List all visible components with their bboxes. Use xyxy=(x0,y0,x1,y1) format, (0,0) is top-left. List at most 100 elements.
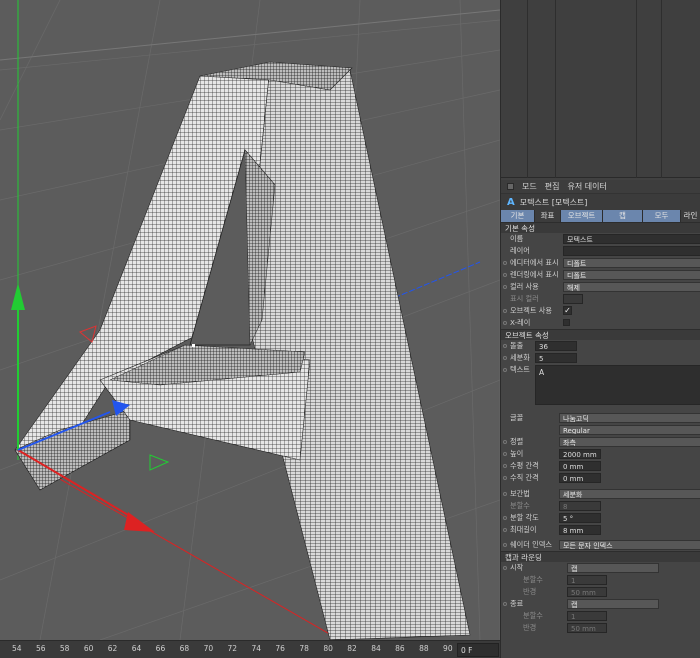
editor-visible-select[interactable]: 디폴트 xyxy=(563,258,700,268)
attr-object-title: A 모텍스트 [모텍스트] xyxy=(501,194,700,210)
end-steps-label: 분할수 xyxy=(523,611,543,620)
anim-dot[interactable] xyxy=(503,344,507,348)
right-panel: 모드 편집 유저 데이터 A 모텍스트 [모텍스트] 기본 좌표 오브젝트 캡 … xyxy=(500,0,700,658)
text-object-A[interactable] xyxy=(14,61,471,640)
row-use-color: 컬러 사용 해제 xyxy=(501,281,700,293)
timeline-tick-label: 66 xyxy=(155,644,166,653)
anim-dot[interactable] xyxy=(503,452,507,456)
anim-dot[interactable] xyxy=(503,440,507,444)
anim-dot[interactable] xyxy=(503,464,507,468)
end-steps-input[interactable]: 1 xyxy=(567,611,607,621)
shader-index-select[interactable]: 모든 문자 인덱스 xyxy=(559,540,700,550)
tab-coord[interactable]: 좌표 xyxy=(535,210,561,222)
start-steps-label: 분할수 xyxy=(523,575,543,584)
end-cap-select[interactable]: 캡 xyxy=(567,599,659,609)
anim-dot[interactable] xyxy=(503,566,507,570)
layer-field[interactable] xyxy=(563,246,700,256)
anim-dot[interactable] xyxy=(503,356,507,360)
xray-checkbox[interactable] xyxy=(563,319,570,326)
timeline-tick-label: 86 xyxy=(395,644,405,653)
x-axis-arrow[interactable] xyxy=(124,512,155,532)
depth-input[interactable]: 36 xyxy=(535,341,577,351)
anim-dot[interactable] xyxy=(503,602,507,606)
text-input[interactable]: A xyxy=(535,365,700,405)
row-align: 정렬 좌측 xyxy=(501,436,700,448)
height-input[interactable]: 2000 mm xyxy=(559,449,601,459)
panel-menu-icon[interactable] xyxy=(507,183,514,190)
use-object-checkbox[interactable]: ✓ xyxy=(563,306,572,315)
timeline-tick-label: 72 xyxy=(227,644,238,653)
viewport-canvas[interactable] xyxy=(0,0,500,640)
tab-all[interactable]: 모두 xyxy=(643,210,681,222)
row-angle: 분할 각도 5 ° xyxy=(501,512,700,524)
xray-label: X-레이 xyxy=(510,318,531,327)
maxlen-input[interactable]: 8 mm xyxy=(559,525,601,535)
name-input[interactable]: 모텍스트 xyxy=(563,234,700,244)
timeline-ruler-bar[interactable]: 54 56 58 60 62 64 66 68 70 72 74 76 78 80 82 84 86 88 90 0… xyxy=(0,640,500,658)
display-color-label: 표시 컬러 xyxy=(510,294,539,303)
y-axis-arrow[interactable] xyxy=(11,283,25,310)
om-column-divider xyxy=(661,0,662,178)
subdiv-input[interactable]: 5 xyxy=(535,353,577,363)
timeline-ruler[interactable]: 54 56 58 60 62 64 66 68 70 72 74 76 78 80 82 84 86 88 90 xyxy=(0,641,455,658)
count-input[interactable]: 8 xyxy=(559,501,601,511)
start-radius-input[interactable]: 50 mm xyxy=(567,587,607,597)
anim-dot[interactable] xyxy=(503,368,507,372)
menu-mode[interactable]: 모드 xyxy=(522,181,537,192)
anim-dot[interactable] xyxy=(503,543,507,547)
section-caps[interactable]: 캡과 라운딩 xyxy=(501,551,700,562)
start-steps-input[interactable]: 1 xyxy=(567,575,607,585)
use-color-select[interactable]: 해제 xyxy=(563,282,700,292)
object-manager[interactable] xyxy=(501,0,700,178)
timeline-tick-label: 84 xyxy=(371,644,381,653)
vspace-input[interactable]: 0 mm xyxy=(559,473,601,483)
tab-caps[interactable]: 캡 xyxy=(603,210,643,222)
anim-dot[interactable] xyxy=(503,476,507,480)
section-basic[interactable]: 기본 속성 xyxy=(501,222,700,233)
text-label: 텍스트 xyxy=(510,365,530,374)
anim-dot[interactable] xyxy=(503,285,507,289)
row-start-steps: 분할수 1 xyxy=(501,574,700,586)
perspective-viewport[interactable] xyxy=(0,0,500,640)
tab-basic[interactable]: 기본 xyxy=(501,210,535,222)
height-label: 높이 xyxy=(510,449,524,458)
grid-horizon xyxy=(0,9,500,61)
tab-object[interactable]: 오브젝트 xyxy=(561,210,603,222)
section-object[interactable]: 오브젝트 속성 xyxy=(501,329,700,340)
timeline-tick-label: 64 xyxy=(131,644,142,653)
om-column-divider xyxy=(527,0,528,178)
anim-dot[interactable] xyxy=(503,492,507,496)
attribute-manager: 모드 편집 유저 데이터 A 모텍스트 [모텍스트] 기본 좌표 오브젝트 캡 … xyxy=(501,180,700,658)
angle-input[interactable]: 5 ° xyxy=(559,513,601,523)
anim-dot[interactable] xyxy=(503,321,507,325)
render-visible-select[interactable]: 디폴트 xyxy=(563,270,700,280)
font-select[interactable]: 나눔고딕 xyxy=(559,413,700,423)
anim-dot[interactable] xyxy=(503,516,507,520)
font-style-select[interactable]: Regular xyxy=(559,425,700,435)
anim-dot[interactable] xyxy=(503,528,507,532)
row-xray: X-레이 xyxy=(501,317,700,329)
hspace-input[interactable]: 0 mm xyxy=(559,461,601,471)
tab-lines[interactable]: 라인 xyxy=(681,210,700,222)
interp-select[interactable]: 세분화 xyxy=(559,489,700,499)
display-color-swatch[interactable] xyxy=(563,294,583,304)
name-label: 이름 xyxy=(510,234,524,243)
end-radius-input[interactable]: 50 mm xyxy=(567,623,607,633)
font-label: 글꼴 xyxy=(510,413,524,422)
current-frame-field[interactable]: 0 F xyxy=(457,643,499,657)
align-select[interactable]: 좌측 xyxy=(559,437,700,447)
timeline-tick-label: 58 xyxy=(59,644,70,653)
timeline-tick-label: 76 xyxy=(275,644,285,653)
anim-dot[interactable] xyxy=(503,309,507,313)
anim-dot[interactable] xyxy=(503,261,507,265)
menu-edit[interactable]: 편집 xyxy=(545,181,560,192)
subdiv-label: 세분화 xyxy=(510,353,530,362)
row-maxlen: 최대길이 8 mm xyxy=(501,524,700,536)
menu-userdata[interactable]: 유저 데이터 xyxy=(567,181,606,192)
row-layer: 레이어 xyxy=(501,245,700,257)
row-end-cap: 종료 캡 xyxy=(501,598,700,610)
row-interpolation: 보간법 세분화 xyxy=(501,488,700,500)
maxlen-label: 최대길이 xyxy=(510,525,537,534)
anim-dot[interactable] xyxy=(503,273,507,277)
start-cap-select[interactable]: 캡 xyxy=(567,563,659,573)
